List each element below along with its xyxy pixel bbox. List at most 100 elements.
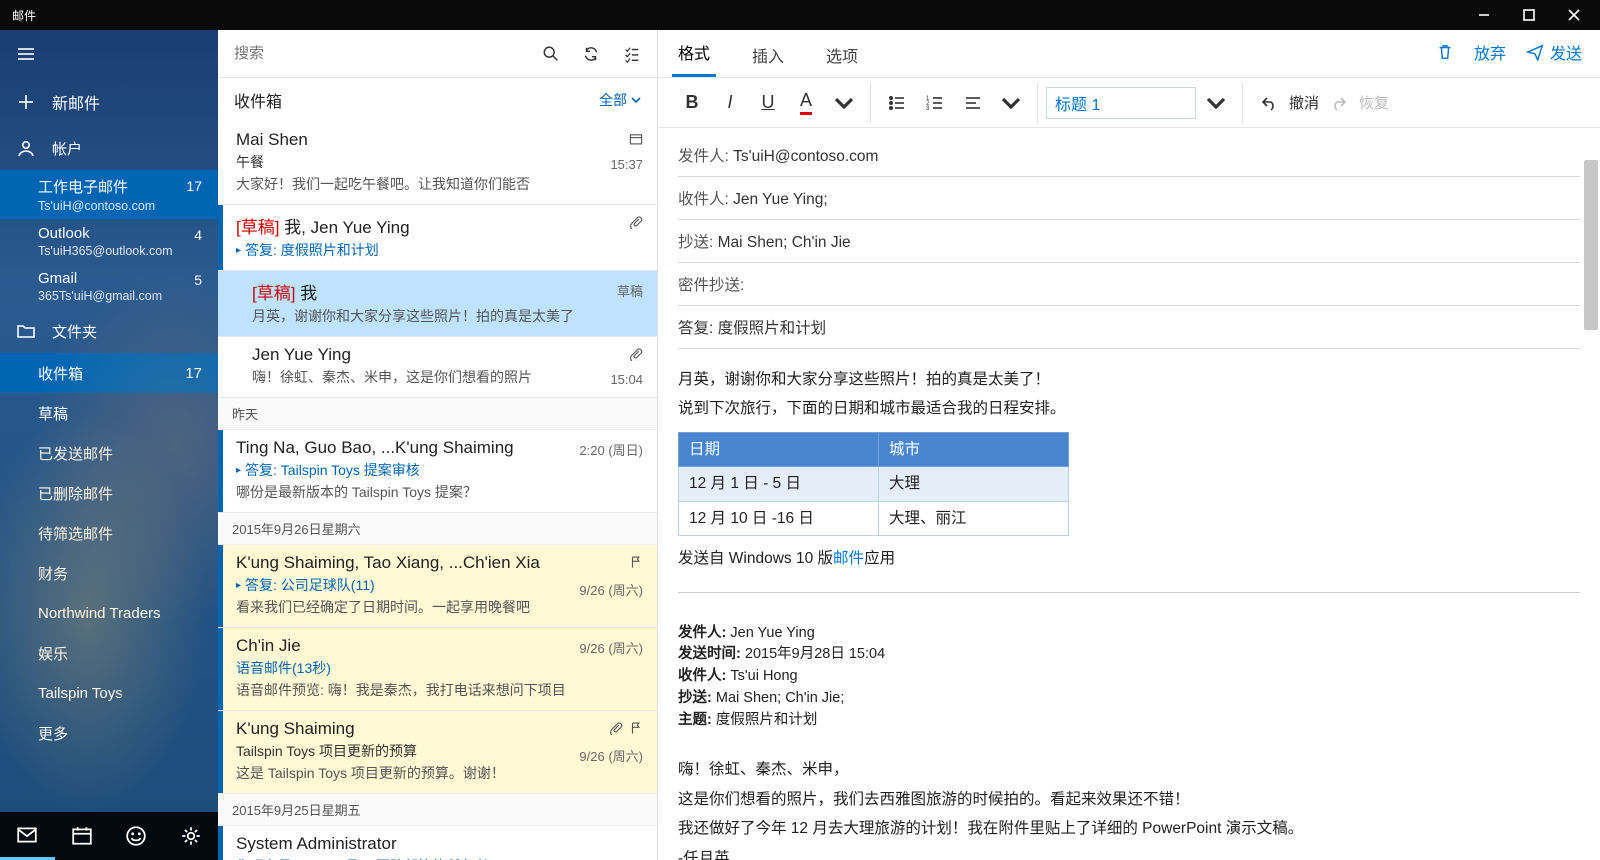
- select-mode-button[interactable]: [613, 36, 649, 72]
- date-separator: 2015年9月25日星期五: [218, 794, 657, 826]
- style-dropdown-button[interactable]: [1198, 85, 1234, 121]
- italic-button[interactable]: I: [712, 85, 748, 121]
- folder-list: 收件箱17 草稿 已发送邮件 已删除邮件 待筛选邮件 财务 Northwind …: [0, 353, 218, 753]
- nav-feedback-button[interactable]: [109, 812, 164, 860]
- hamburger-button[interactable]: [0, 30, 218, 78]
- folders-header[interactable]: 文件夹: [0, 309, 218, 353]
- align-button[interactable]: [955, 85, 991, 121]
- date-separator: 2015年9月26日星期六: [218, 513, 657, 545]
- folder-inbox[interactable]: 收件箱17: [0, 353, 218, 393]
- message-subject: 语音邮件(13秒): [236, 658, 643, 678]
- new-mail-button[interactable]: 新邮件: [0, 78, 218, 126]
- message-item[interactable]: Ch'in Jie语音邮件(13秒)语音邮件预览: 嗨！我是秦杰，我打电话来想问…: [218, 628, 657, 711]
- svg-text:3: 3: [926, 106, 930, 112]
- tab-options[interactable]: 选项: [820, 33, 864, 77]
- folder-tailspin[interactable]: Tailspin Toys: [0, 673, 218, 713]
- message-item[interactable]: [草稿] 我月英，谢谢你和大家分享这些照片！拍的真是太美了草稿: [218, 271, 657, 337]
- message-from: Mai Shen: [236, 130, 643, 150]
- message-list[interactable]: Mai Shen午餐大家好！我们一起吃午餐吧。让我知道你们能否15:37[草稿]…: [218, 122, 657, 860]
- bcc-field[interactable]: 密件抄送:: [678, 263, 1580, 306]
- message-time: 9/26 (周六): [579, 746, 643, 765]
- message-subject: ▸答复: Tailspin Toys 提案审核: [236, 460, 643, 480]
- paragraph-dropdown-button[interactable]: [993, 85, 1029, 121]
- send-button[interactable]: 发送: [1526, 40, 1582, 64]
- nav-calendar-button[interactable]: [55, 812, 110, 860]
- numbering-button[interactable]: 123: [917, 85, 953, 121]
- maximize-button[interactable]: [1506, 0, 1551, 30]
- delete-button[interactable]: [1436, 43, 1454, 61]
- accounts-label: 帐户: [52, 138, 82, 159]
- underline-button[interactable]: U: [750, 85, 786, 121]
- message-preview: 嗨！徐虹、秦杰、米申，这是你们想看的照片: [252, 367, 643, 387]
- style-select[interactable]: 标题 1: [1046, 87, 1196, 119]
- account-work[interactable]: 工作电子邮件 Ts'uiH@contoso.com 17: [0, 170, 218, 219]
- to-field[interactable]: 收件人: Jen Yue Ying;: [678, 177, 1580, 220]
- undo-label: 撤消: [1289, 92, 1319, 113]
- subject-field[interactable]: 答复: 度假照片和计划: [678, 306, 1580, 349]
- folder-junk[interactable]: 待筛选邮件: [0, 513, 218, 553]
- minimize-button[interactable]: [1461, 0, 1506, 30]
- scrollbar[interactable]: [1584, 160, 1598, 330]
- folder-sent[interactable]: 已发送邮件: [0, 433, 218, 473]
- message-time: 9/26 (周六): [579, 638, 643, 657]
- sidebar: 新邮件 帐户 工作电子邮件 Ts'uiH@contoso.com 17 Outl…: [0, 30, 218, 860]
- folder-drafts[interactable]: 草稿: [0, 393, 218, 433]
- attachment-icon: [609, 721, 623, 740]
- sync-button[interactable]: [573, 36, 609, 72]
- flag-icon[interactable]: [629, 555, 643, 574]
- close-button[interactable]: [1551, 0, 1596, 30]
- message-time: 草稿: [617, 281, 643, 300]
- folder-icon: [16, 321, 36, 341]
- attachment-icon: [629, 347, 643, 366]
- nav-settings-button[interactable]: [164, 812, 219, 860]
- search-input[interactable]: [234, 45, 529, 62]
- from-field: 发件人: Ts'uiH@contoso.com: [678, 134, 1580, 177]
- folder-more[interactable]: 更多: [0, 713, 218, 753]
- message-subject: ▸答复: 度假照片和计划: [236, 240, 643, 260]
- message-item[interactable]: K'ung ShaimingTailspin Toys 项目更新的预算这是 Ta…: [218, 711, 657, 794]
- message-time: 2:20 (周日): [579, 440, 643, 459]
- compose-body[interactable]: 月英，谢谢你和大家分享这些照片！拍的真是太美了！ 说到下次旅行，下面的日期和城市…: [678, 349, 1580, 860]
- bold-button[interactable]: B: [674, 85, 710, 121]
- message-time: 9/26 (周六): [579, 580, 643, 599]
- plus-icon: [16, 92, 36, 112]
- message-item[interactable]: System Administrator你现在是"Falcon 项目"团队邮箱的…: [218, 826, 657, 860]
- redo-label: 恢复: [1359, 92, 1389, 113]
- discard-button[interactable]: 放弃: [1474, 40, 1506, 64]
- folder-deleted[interactable]: 已删除邮件: [0, 473, 218, 513]
- message-item[interactable]: [草稿] 我, Jen Yue Ying▸答复: 度假照片和计划: [218, 205, 657, 271]
- message-time: 15:04: [610, 372, 643, 387]
- message-from: [草稿] 我: [252, 279, 643, 304]
- message-item[interactable]: Mai Shen午餐大家好！我们一起吃午餐吧。让我知道你们能否15:37: [218, 122, 657, 205]
- schedule-table: 日期城市 12 月 1 日 - 5 日大理 12 月 10 日 -16 日大理、…: [678, 432, 1069, 536]
- tab-format[interactable]: 格式: [672, 30, 716, 77]
- undo-button[interactable]: [1251, 85, 1287, 121]
- font-color-button[interactable]: A: [788, 85, 824, 121]
- redo-button[interactable]: [1321, 85, 1357, 121]
- folder-northwind[interactable]: Northwind Traders: [0, 593, 218, 633]
- cc-field[interactable]: 抄送: Mai Shen; Ch'in Jie: [678, 220, 1580, 263]
- folder-finance[interactable]: 财务: [0, 553, 218, 593]
- message-item[interactable]: Ting Na, Guo Bao, ...K'ung Shaiming▸答复: …: [218, 430, 657, 513]
- sent-from-line: 发送自 Windows 10 版邮件应用: [678, 544, 1580, 573]
- font-dropdown-button[interactable]: [826, 85, 862, 121]
- message-list-pane: 收件箱 全部 Mai Shen午餐大家好！我们一起吃午餐吧。让我知道你们能否15…: [218, 30, 658, 860]
- search-box[interactable]: [226, 45, 529, 62]
- titlebar: 邮件: [0, 0, 1600, 30]
- nav-mail-button[interactable]: [0, 812, 55, 860]
- search-button[interactable]: [533, 36, 569, 72]
- mail-app-link[interactable]: 邮件: [833, 550, 864, 567]
- accounts-header[interactable]: 帐户: [0, 126, 218, 170]
- account-gmail[interactable]: Gmail 365Ts'uiH@gmail.com 5: [0, 264, 218, 309]
- message-item[interactable]: Jen Yue Ying嗨！徐虹、秦杰、米申，这是你们想看的照片15:04: [218, 337, 657, 398]
- message-preview: 语音邮件预览: 嗨！我是秦杰，我打电话来想问下项目: [236, 680, 643, 700]
- bullets-button[interactable]: [879, 85, 915, 121]
- message-item[interactable]: K'ung Shaiming, Tao Xiang, ...Ch'ien Xia…: [218, 545, 657, 628]
- tab-insert[interactable]: 插入: [746, 33, 790, 77]
- flag-icon[interactable]: [629, 721, 643, 740]
- filter-all-button[interactable]: 全部: [599, 90, 641, 110]
- message-from: [草稿] 我, Jen Yue Ying: [236, 213, 643, 238]
- folder-entertainment[interactable]: 娱乐: [0, 633, 218, 673]
- account-outlook[interactable]: Outlook Ts'uiH365@outlook.com 4: [0, 219, 218, 264]
- attachment-icon: [629, 215, 643, 234]
